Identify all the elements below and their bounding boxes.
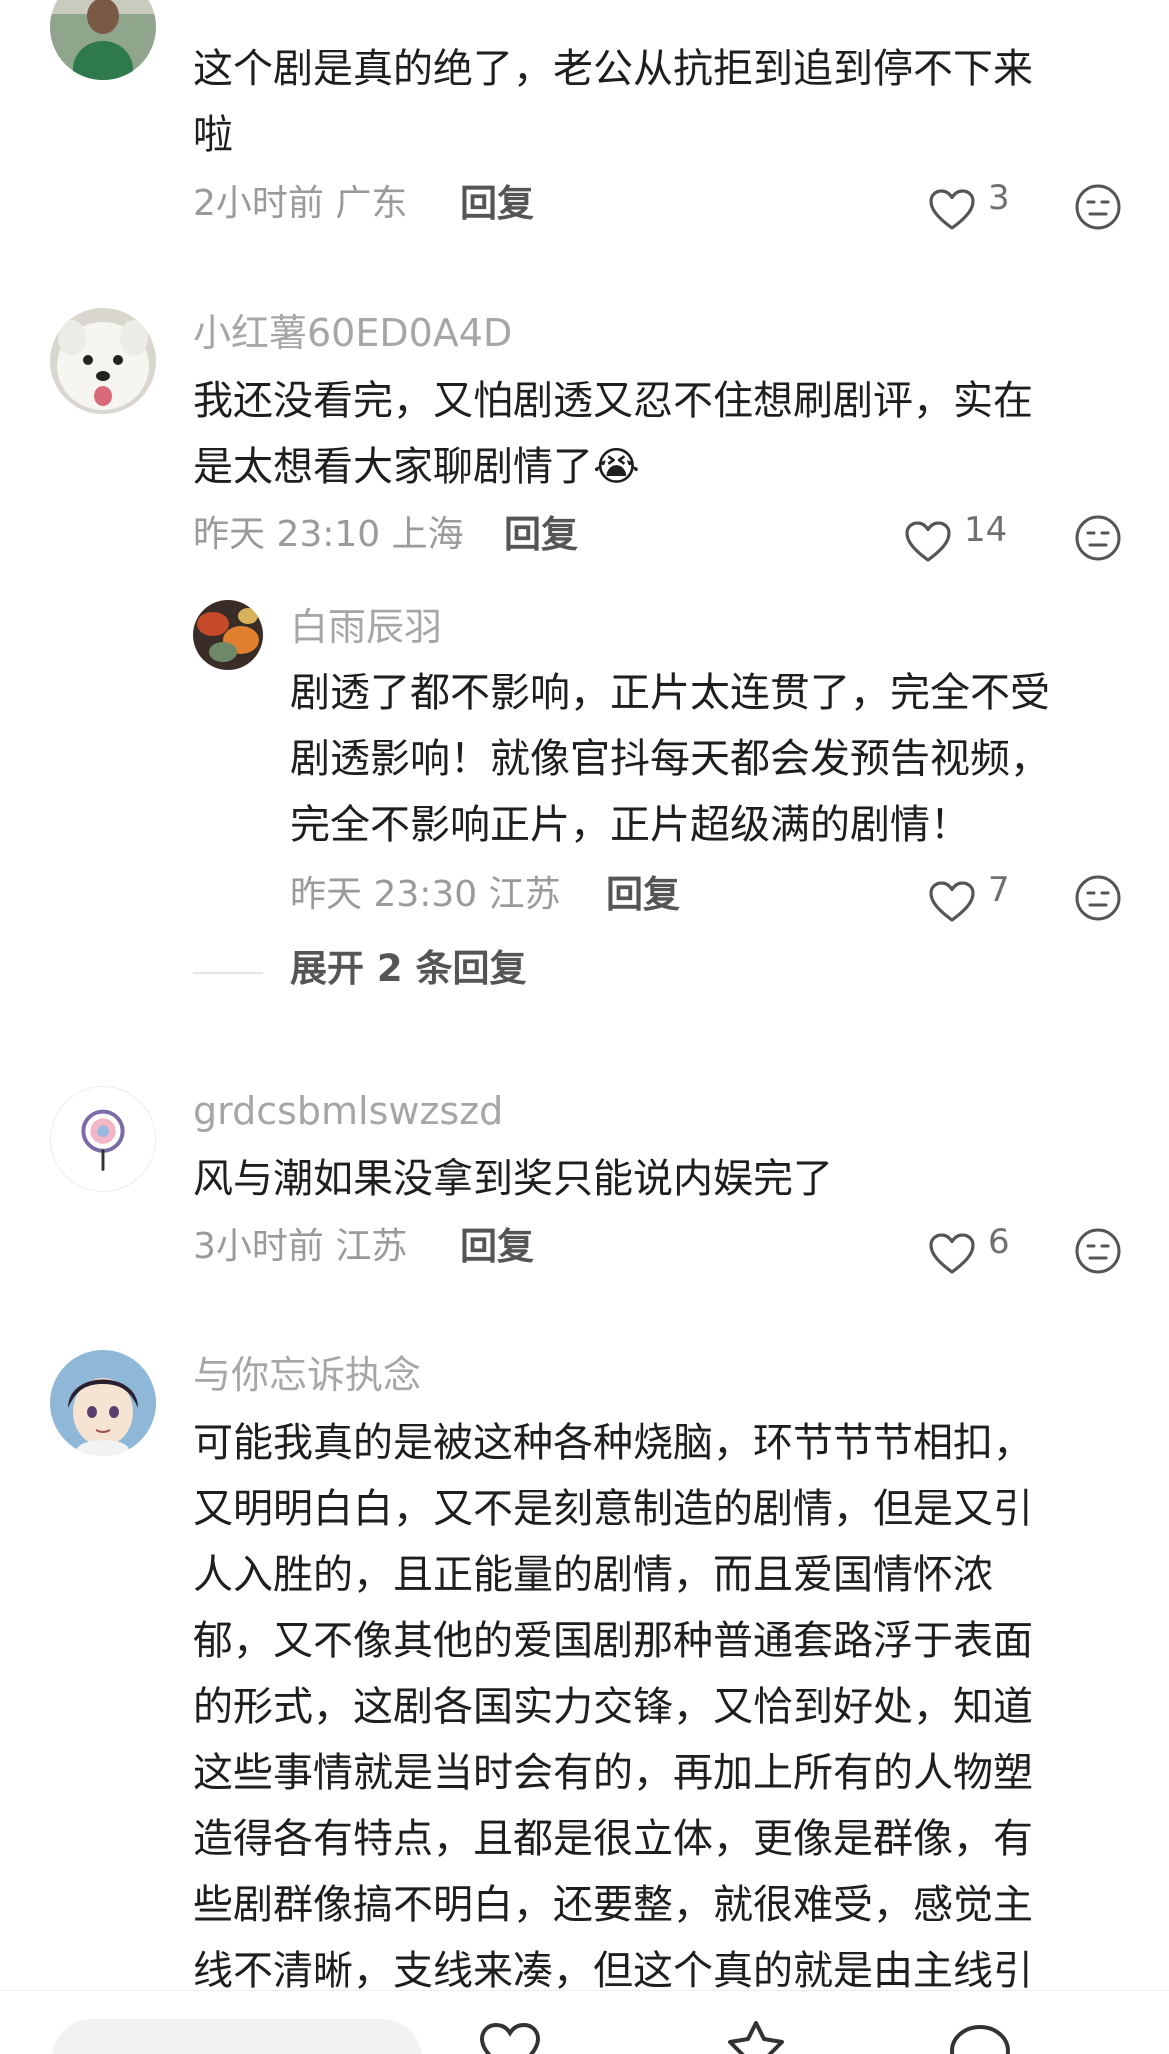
neutral-face-icon xyxy=(1075,184,1121,230)
like-count: 14 xyxy=(964,510,1008,550)
username[interactable]: 与你忘诉执念 xyxy=(193,1352,421,1398)
bottom-like-button[interactable] xyxy=(470,2017,550,2054)
comment-text: 风与潮如果没拿到奖只能说内娱完了 xyxy=(193,1156,833,1202)
comment-feed: 这个剧是真的绝了，老公从抗拒到追到停不下来 啦 2小时前 广东 回复 3 小红薯… xyxy=(0,0,1169,1990)
dislike-button[interactable] xyxy=(1074,1227,1122,1275)
user-avatar[interactable] xyxy=(50,308,156,414)
comment-text: 这个剧是真的绝了，老公从抗拒到追到停不下来 啦 xyxy=(193,46,1033,158)
reply-button[interactable]: 回复 xyxy=(504,512,578,558)
username[interactable]: grdcsbmlswzszd xyxy=(193,1088,503,1134)
neutral-face-icon xyxy=(1075,875,1121,921)
comment-meta: 昨天 23:10 上海 xyxy=(193,514,464,555)
bottom-collect-button[interactable] xyxy=(716,2017,796,2054)
star-icon xyxy=(728,2021,784,2054)
neutral-face-icon xyxy=(1075,515,1121,561)
comment-meta: 3小时前 江苏 xyxy=(193,1226,408,1267)
user-avatar[interactable] xyxy=(50,1350,156,1456)
heart-outline-icon xyxy=(905,521,951,562)
comment-meta: 2小时前 广东 xyxy=(193,183,408,224)
user-avatar[interactable] xyxy=(50,0,156,80)
comment-input[interactable] xyxy=(52,2019,422,2054)
heart-outline-icon xyxy=(929,1233,975,1274)
reply-button[interactable]: 回复 xyxy=(460,1224,534,1270)
crying-emoji: 😭 xyxy=(593,444,640,490)
comment-meta: 昨天 23:30 江苏 xyxy=(290,874,561,915)
user-avatar[interactable] xyxy=(193,600,263,670)
user-avatar[interactable] xyxy=(50,1086,156,1192)
bottom-action-bar xyxy=(0,1990,1169,2054)
dislike-button[interactable] xyxy=(1074,874,1122,922)
dislike-button[interactable] xyxy=(1074,183,1122,231)
reply-button[interactable]: 回复 xyxy=(606,872,680,918)
like-count: 3 xyxy=(988,178,1010,218)
heart-outline-icon xyxy=(929,189,975,230)
comment-text: 剧透了都不影响，正片太连贯了，完全不受 剧透影响！就像官抖每天都会发预告视频， … xyxy=(290,670,1050,848)
comment-text: 可能我真的是被这种各种烧脑，环节节节相扣， 又明明白白，又不是刻意制造的剧情，但… xyxy=(193,1420,1033,1990)
heart-icon xyxy=(479,2022,541,2054)
dislike-button[interactable] xyxy=(1074,514,1122,562)
reply-button[interactable]: 回复 xyxy=(460,181,534,227)
neutral-face-icon xyxy=(1075,1228,1121,1274)
bottom-comment-button[interactable] xyxy=(940,2017,1020,2054)
like-count: 7 xyxy=(988,870,1010,910)
username[interactable]: 小红薯60ED0A4D xyxy=(193,310,512,356)
username[interactable]: 白雨辰羽 xyxy=(290,604,442,650)
comment-text: 我还没看完，又怕剧透又忍不住想刷剧评，实在 是太想看大家聊剧情了😭 xyxy=(193,378,1033,490)
expand-replies-button[interactable]: 展开 2 条回复 xyxy=(290,946,527,992)
heart-outline-icon xyxy=(929,881,975,922)
expand-divider xyxy=(193,972,263,974)
comment-icon xyxy=(950,2025,1010,2054)
like-count: 6 xyxy=(988,1222,1010,1262)
